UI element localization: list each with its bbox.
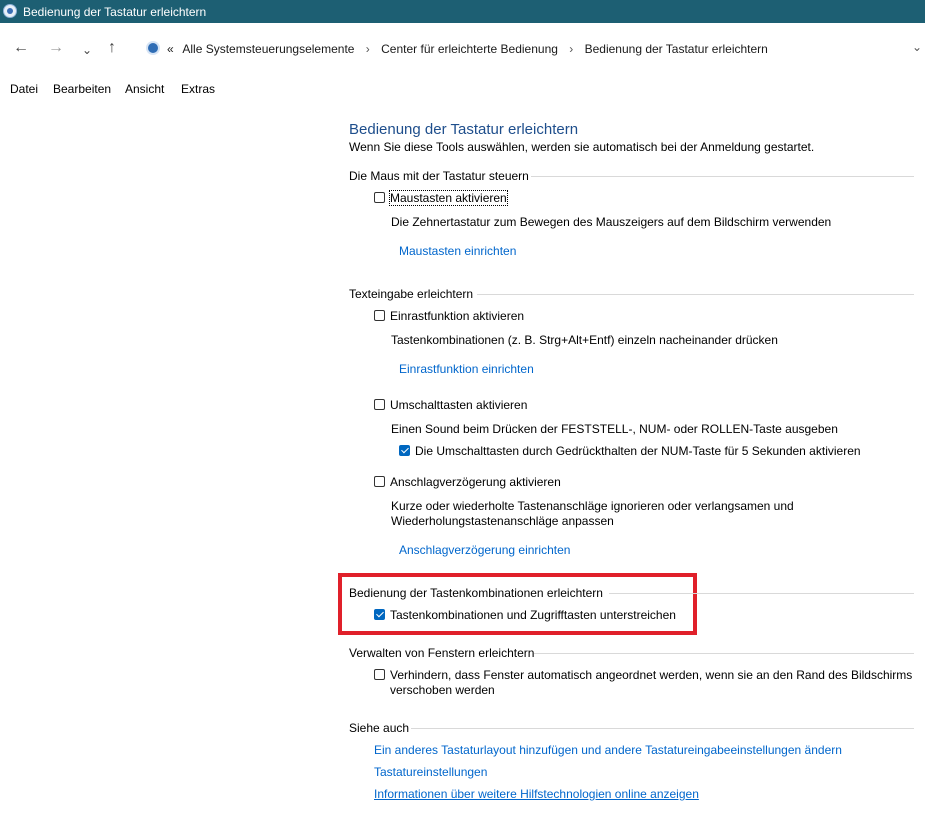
- menu-tools[interactable]: Extras: [181, 82, 215, 96]
- highlight-box: [338, 573, 697, 635]
- mouse-keys-description: Die Zehnertastatur zum Bewegen des Mausz…: [391, 215, 832, 229]
- up-arrow-icon[interactable]: ↑: [108, 38, 116, 58]
- section-divider: [411, 728, 914, 729]
- window-title: Bedienung der Tastatur erleichtern: [23, 5, 207, 19]
- breadcrumb-all-control-panel-items[interactable]: Alle Systemsteuerungselemente: [182, 42, 354, 56]
- toggle-keys-checkbox[interactable]: [374, 399, 385, 410]
- toggle-keys-description: Einen Sound beim Drücken der FESTSTELL-,…: [391, 422, 838, 436]
- prevent-arrange-label[interactable]: Verhindern, dass Fenster automatisch ang…: [390, 668, 912, 682]
- mouse-keys-setup-link[interactable]: Maustasten einrichten: [399, 244, 516, 258]
- section-divider: [609, 593, 914, 594]
- filter-keys-setup-link[interactable]: Anschlagverzögerung einrichten: [399, 543, 570, 557]
- filter-keys-label[interactable]: Anschlagverzögerung aktivieren: [390, 475, 561, 489]
- toggle-keys-num-hold-label[interactable]: Die Umschalttasten durch Gedrückthalten …: [415, 444, 861, 458]
- section-divider: [534, 653, 914, 654]
- breadcrumb-separator-icon[interactable]: ›: [366, 42, 370, 56]
- sticky-keys-checkbox[interactable]: [374, 310, 385, 321]
- address-bar[interactable]: « Alle Systemsteuerungselemente › Center…: [142, 37, 925, 61]
- filter-keys-checkbox[interactable]: [374, 476, 385, 487]
- ease-of-access-icon: [3, 4, 17, 18]
- underline-shortcuts-label[interactable]: Tastenkombinationen und Zugrifftasten un…: [390, 608, 676, 622]
- navigation-bar: ← → ⌄ ↑ « Alle Systemsteuerungselemente …: [0, 23, 925, 75]
- toggle-keys-num-hold-checkbox[interactable]: [399, 445, 410, 456]
- address-dropdown-chevron-icon[interactable]: ⌄: [912, 40, 922, 54]
- section-heading-typing: Texteingabe erleichtern: [349, 287, 474, 301]
- mouse-keys-label[interactable]: Maustasten aktivieren: [389, 190, 508, 206]
- control-panel-icon: [146, 41, 160, 55]
- sticky-keys-setup-link[interactable]: Einrastfunktion einrichten: [399, 362, 534, 376]
- section-heading-mouse: Die Maus mit der Tastatur steuern: [349, 169, 529, 183]
- see-also-link-keyboard-settings[interactable]: Tastatureinstellungen: [374, 765, 487, 779]
- sticky-keys-label[interactable]: Einrastfunktion aktivieren: [390, 309, 524, 323]
- sticky-keys-description: Tastenkombinationen (z. B. Strg+Alt+Entf…: [391, 333, 778, 347]
- menu-file[interactable]: Datei: [10, 82, 38, 96]
- toggle-keys-label[interactable]: Umschalttasten aktivieren: [390, 398, 527, 412]
- breadcrumb-ease-of-access-center[interactable]: Center für erleichterte Bedienung: [381, 42, 558, 56]
- title-bar: Bedienung der Tastatur erleichtern: [0, 0, 925, 23]
- forward-arrow-icon[interactable]: →: [48, 38, 64, 58]
- section-heading-windows: Verwalten von Fenstern erleichtern: [349, 646, 535, 660]
- see-also-link-keyboard-layout[interactable]: Ein anderes Tastaturlayout hinzufügen un…: [374, 743, 842, 757]
- prevent-arrange-checkbox[interactable]: [374, 669, 385, 680]
- menu-bar: Datei Bearbeiten Ansicht Extras: [0, 78, 925, 98]
- main-content: Bedienung der Tastatur erleichtern Wenn …: [0, 98, 925, 820]
- breadcrumb-keyboard[interactable]: Bedienung der Tastatur erleichtern: [585, 42, 768, 56]
- breadcrumb: « Alle Systemsteuerungselemente › Center…: [167, 42, 774, 56]
- mouse-keys-checkbox[interactable]: [374, 192, 385, 203]
- breadcrumb-separator-icon[interactable]: ›: [569, 42, 573, 56]
- filter-keys-description: Kurze oder wiederholte Tastenanschläge i…: [391, 499, 794, 513]
- prevent-arrange-label[interactable]: verschoben werden: [390, 683, 495, 697]
- back-arrow-icon[interactable]: ←: [13, 38, 29, 58]
- underline-shortcuts-checkbox[interactable]: [374, 609, 385, 620]
- section-divider: [531, 176, 914, 177]
- filter-keys-description: Wiederholungstastenanschläge anpassen: [391, 514, 614, 528]
- breadcrumb-overflow-icon[interactable]: «: [167, 42, 174, 56]
- menu-edit[interactable]: Bearbeiten: [53, 82, 111, 96]
- section-divider: [477, 294, 914, 295]
- section-heading-shortcuts: Bedienung der Tastenkombinationen erleic…: [349, 586, 603, 600]
- section-heading-see-also: Siehe auch: [349, 721, 410, 735]
- menu-view[interactable]: Ansicht: [125, 82, 164, 96]
- page-title: Bedienung der Tastatur erleichtern: [349, 121, 579, 138]
- see-also-link-assistive-tech[interactable]: Informationen über weitere Hilfstechnolo…: [374, 787, 699, 801]
- recent-locations-chevron-icon[interactable]: ⌄: [82, 40, 92, 60]
- page-subtitle: Wenn Sie diese Tools auswählen, werden s…: [349, 140, 815, 154]
